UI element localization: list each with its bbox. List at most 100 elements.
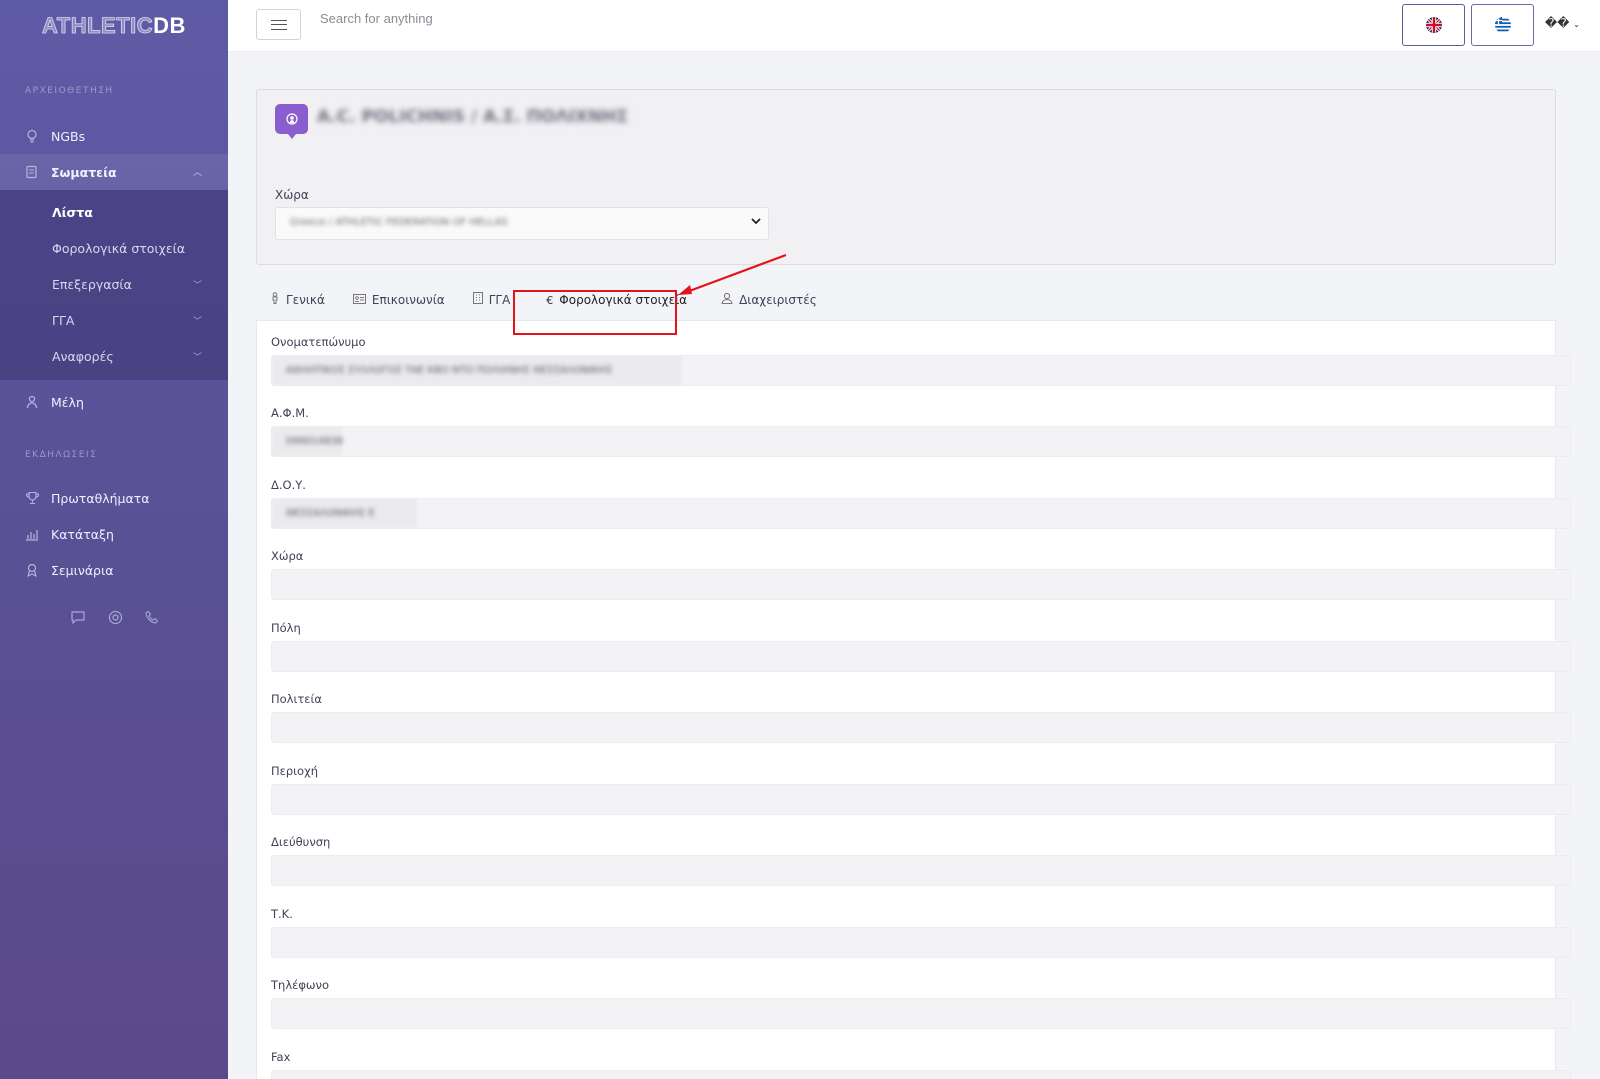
clubs-submenu: Λίστα Φορολογικά στοιχεία Επεξεργασία ﹀ Γ… (0, 190, 228, 380)
field-label: Ονοματεπώνυμο (271, 335, 366, 349)
subitem-list[interactable]: Λίστα (0, 194, 228, 230)
field-label: Τηλέφωνο (271, 978, 330, 992)
tab-label: ΓΓΑ (488, 292, 511, 307)
subitem-label: Επεξεργασία (52, 276, 132, 292)
logo-part2: DB (153, 13, 186, 38)
app-logo[interactable]: ATHLETIC DB (0, 0, 228, 52)
language-greek-button[interactable] (1471, 4, 1534, 46)
field-label: Χώρα (271, 549, 304, 563)
postal-code-input[interactable] (271, 927, 1571, 958)
subitem-reports[interactable]: Αναφορές ﹀ (0, 338, 228, 374)
document-icon (24, 164, 40, 180)
sidebar-item-label: Σωματεία (51, 164, 117, 180)
lifebuoy-icon[interactable] (108, 610, 123, 629)
field-doy: Δ.Ο.Υ. ΘΕΣΣΑΛΟΝΙΚΗΣ Ε (271, 478, 1571, 529)
bar-chart-icon (24, 526, 40, 542)
chat-icon[interactable] (70, 610, 86, 629)
subitem-label: Φορολογικά στοιχεία (52, 240, 186, 256)
section-title-archive: ΑΡΧΕΙΟΘΕΤΗΣΗ (25, 86, 114, 96)
subitem-gga[interactable]: ΓΓΑ ﹀ (0, 302, 228, 338)
sidebar-item-label: NGBs (51, 128, 86, 144)
tax-info-form: Ονοματεπώνυμο ΑΘΛΗΤΙΚΟΣ ΣΥΛΛΟΓΟΣ ΤΑΕ ΚΒΟ… (256, 320, 1571, 1079)
field-label: Διεύθυνση (271, 835, 331, 849)
sidebar-item-members[interactable]: Μέλη (0, 384, 228, 420)
trophy-icon (24, 490, 40, 506)
field-fax: Fax (271, 1050, 1571, 1079)
club-name: Α.C. POLICHNIS / Α.Σ. ΠΟΛΙΧΝΗΣ (317, 107, 629, 127)
field-label: Περιοχή (271, 764, 319, 778)
doy-input[interactable]: ΘΕΣΣΑΛΟΝΙΚΗΣ Ε (271, 498, 1571, 529)
state-input[interactable] (271, 712, 1571, 743)
phone-icon[interactable] (144, 610, 159, 629)
tab-contact[interactable]: Επικοινωνία (339, 293, 459, 320)
afm-input[interactable]: 099014836 (271, 426, 1571, 457)
user-menu[interactable]: �� ⌄ (1545, 16, 1580, 30)
field-label: Fax (271, 1050, 291, 1064)
tab-general[interactable]: Γενικά (256, 292, 339, 320)
subitem-edit[interactable]: Επεξεργασία ﹀ (0, 266, 228, 302)
section-title-events: ΕΚΔΗΛΩΣΕΙΣ (25, 450, 98, 460)
city-input[interactable] (271, 641, 1571, 672)
chevron-down-icon: ⌄ (1573, 20, 1580, 29)
sidebar-item-label: Μέλη (51, 394, 84, 410)
sidebar-footer-icons (0, 610, 228, 629)
country-label: Χώρα (275, 188, 309, 202)
sidebar-item-championships[interactable]: Πρωταθλήματα (0, 480, 228, 516)
field-afm: Α.Φ.Μ. 099014836 (271, 406, 1571, 457)
sidebar-item-label: Κατάταξη (51, 526, 114, 542)
fax-input[interactable] (271, 1070, 1571, 1079)
search-input[interactable]: Search for anything (320, 11, 433, 26)
address-input[interactable] (271, 855, 1571, 886)
field-state: Πολιτεία (271, 692, 1571, 743)
annotation-arrow (678, 253, 787, 295)
person-icon (270, 292, 280, 307)
country-select[interactable]: Greece / ATHLETIC FEDERATION OF HELLAS (275, 207, 769, 240)
subitem-tax-info[interactable]: Φορολογικά στοιχεία (0, 230, 228, 266)
field-region: Περιοχή (271, 764, 1571, 815)
field-value: ΘΕΣΣΑΛΟΝΙΚΗΣ Ε (286, 508, 375, 519)
chevron-down-icon (750, 215, 762, 230)
top-bar: Search for anything �� ⌄ (228, 0, 1600, 52)
user-menu-label: �� (1544, 16, 1570, 30)
sidebar-item-label: Πρωταθλήματα (51, 490, 150, 506)
chevron-down-icon: ﹀ (192, 353, 202, 363)
chevron-down-icon: ﹀ (192, 317, 202, 327)
contact-card-icon (352, 293, 366, 307)
phone-input[interactable] (271, 998, 1571, 1029)
club-badge-icon (275, 104, 308, 139)
fullname-input[interactable]: ΑΘΛΗΤΙΚΟΣ ΣΥΛΛΟΓΟΣ ΤΑΕ ΚΒΟ ΝΤΟ ΠΟΛΙΧΝΗΣ … (271, 355, 1571, 386)
field-address: Διεύθυνση (271, 835, 1571, 886)
region-input[interactable] (271, 784, 1571, 815)
building-icon (472, 292, 483, 307)
country-input[interactable] (271, 569, 1571, 600)
uk-flag-icon (1425, 17, 1442, 33)
lightbulb-icon (24, 128, 40, 144)
tab-administrators[interactable]: Διαχειριστές (707, 292, 831, 320)
main-content: Α.C. POLICHNIS / Α.Σ. ΠΟΛΙΧΝΗΣ Χώρα Gree… (228, 52, 1600, 1079)
country-select-value: Greece / ATHLETIC FEDERATION OF HELLAS (290, 217, 508, 228)
field-value: 099014836 (286, 436, 344, 447)
logo-part1: ATHLETIC (42, 13, 154, 39)
tab-highlight-box (513, 290, 677, 335)
chevron-up-icon: ︿ (192, 168, 202, 178)
field-label: Πολιτεία (271, 692, 322, 706)
language-english-button[interactable] (1402, 4, 1465, 46)
person-icon (24, 394, 40, 410)
sidebar-item-label: Σεμινάρια (51, 562, 114, 578)
chevron-down-icon: ﹀ (192, 281, 202, 291)
sidebar: ATHLETIC DB ΑΡΧΕΙΟΘΕΤΗΣΗ NGBs Σωματεία ︿ … (0, 0, 228, 1079)
field-country: Χώρα (271, 549, 1571, 600)
sidebar-item-clubs[interactable]: Σωματεία ︿ (0, 154, 228, 190)
menu-toggle-button[interactable] (256, 9, 301, 40)
subitem-label: Αναφορές (52, 348, 114, 364)
greek-flag-icon (1494, 17, 1511, 33)
sidebar-item-seminars[interactable]: Σεμινάρια (0, 552, 228, 588)
club-header-card: Α.C. POLICHNIS / Α.Σ. ΠΟΛΙΧΝΗΣ Χώρα Gree… (256, 89, 1556, 265)
sidebar-item-ngbs[interactable]: NGBs (0, 118, 228, 154)
field-city: Πόλη (271, 621, 1571, 672)
field-phone: Τηλέφωνο (271, 978, 1571, 1029)
field-label: Α.Φ.Μ. (271, 406, 309, 420)
subitem-label: Λίστα (52, 204, 93, 220)
sidebar-item-ranking[interactable]: Κατάταξη (0, 516, 228, 552)
award-icon (24, 562, 40, 578)
